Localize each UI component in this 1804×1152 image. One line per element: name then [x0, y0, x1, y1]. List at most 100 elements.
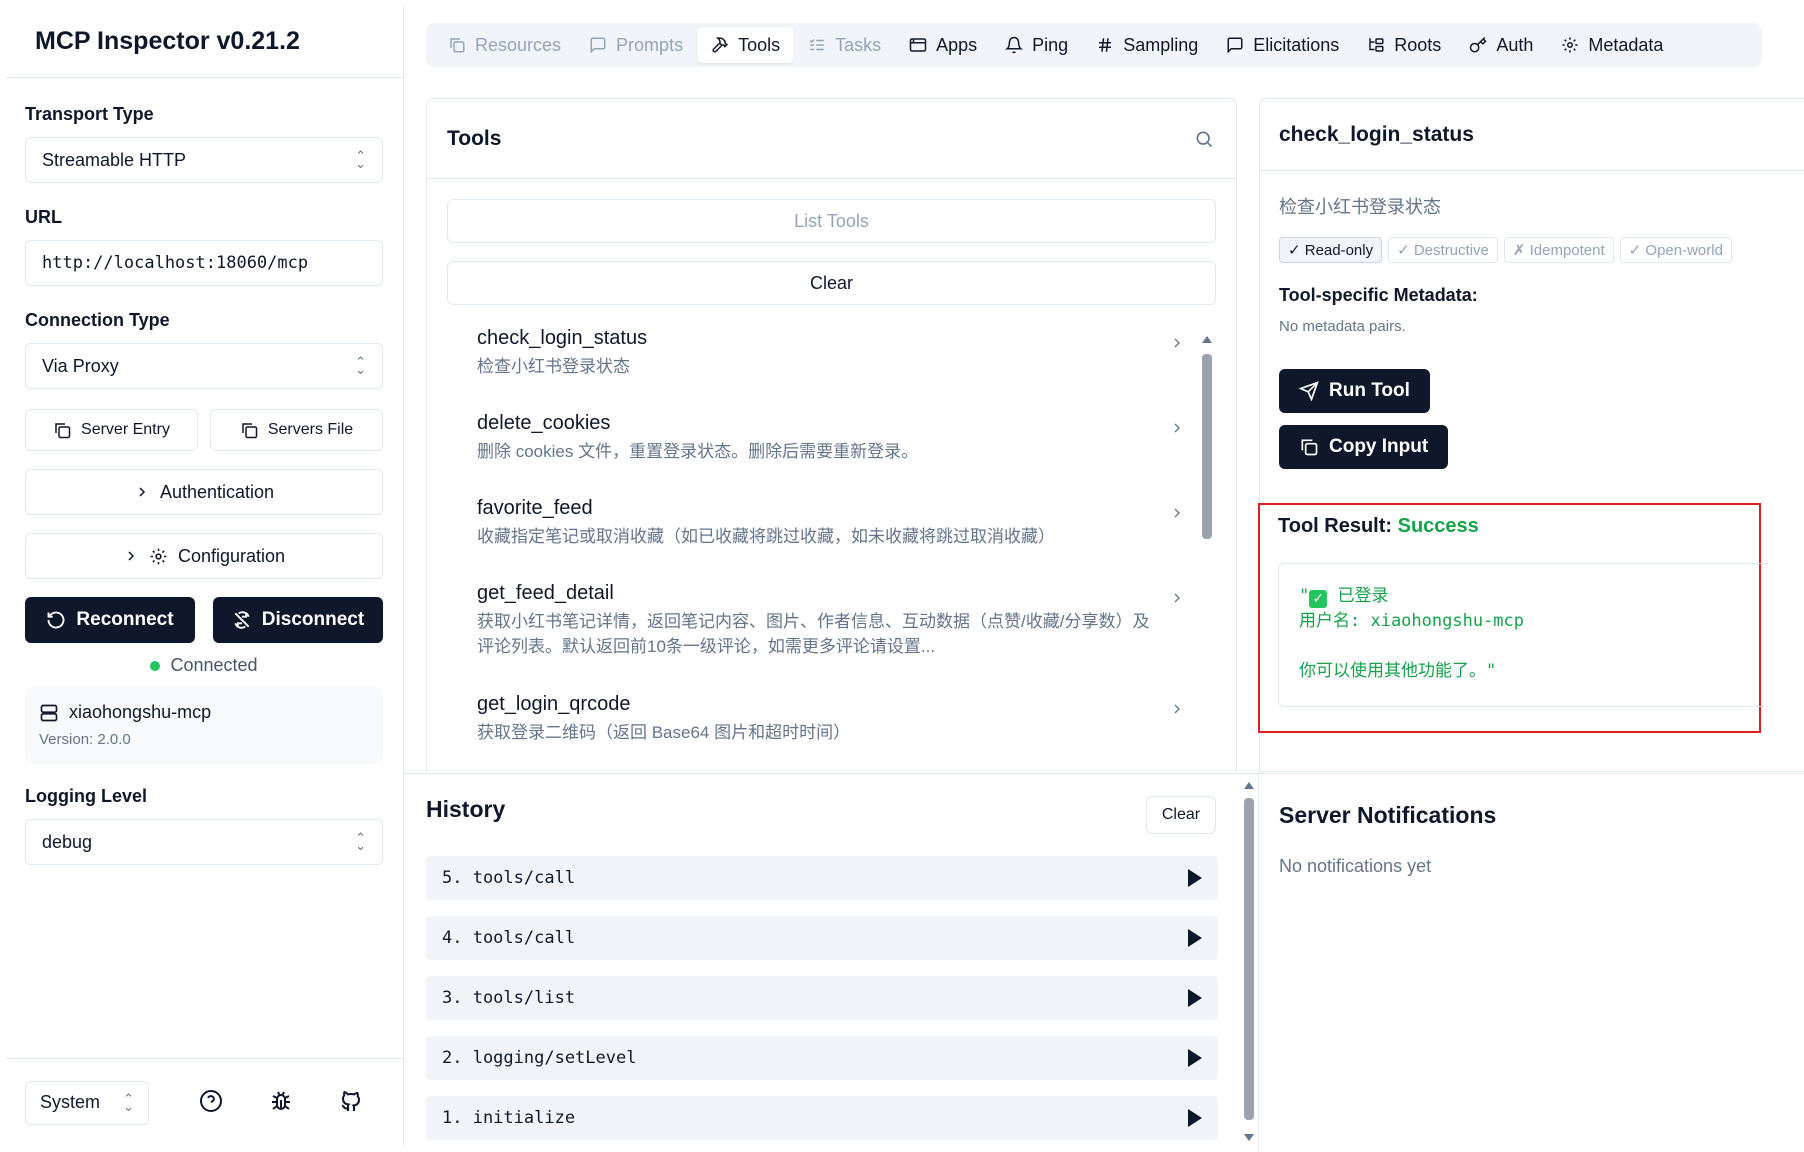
badge-read-only: ✓ Read-only — [1279, 237, 1383, 263]
history-item[interactable]: 2. logging/setLevel — [426, 1036, 1218, 1080]
history-item-label: 2. logging/setLevel — [442, 1048, 637, 1068]
server-version: Version: 2.0.0 — [39, 731, 131, 748]
gear-icon — [1561, 36, 1579, 54]
tab-label: Roots — [1394, 34, 1442, 55]
reconnect-label: Reconnect — [76, 609, 174, 630]
authentication-toggle[interactable]: Authentication — [25, 469, 383, 515]
search-icon[interactable] — [1194, 129, 1214, 149]
tab-label: Tools — [738, 34, 781, 55]
play-icon — [1188, 1109, 1202, 1127]
tool-result-status: Success — [1397, 515, 1479, 537]
url-input[interactable]: http://localhost:18060/mcp — [25, 240, 383, 286]
tool-name: get_feed_detail — [477, 582, 614, 604]
github-icon[interactable] — [339, 1089, 365, 1115]
tool-name: delete_cookies — [477, 412, 611, 434]
tool-item-delete-cookies[interactable]: delete_cookies 删除 cookies 文件，重置登录状态。删除后需… — [447, 412, 1207, 464]
transport-type-select[interactable]: Streamable HTTP ⌃ ⌄ — [25, 137, 383, 183]
theme-select[interactable]: System ⌃ ⌄ — [25, 1080, 149, 1125]
play-icon — [1188, 1049, 1202, 1067]
bell-icon — [1005, 36, 1024, 54]
result-line: 用户名: xiaohongshu-mcp — [1299, 611, 1524, 631]
history-item[interactable]: 4. tools/call — [426, 916, 1218, 960]
result-line: 已登录 — [1327, 586, 1389, 606]
tab-resources[interactable]: Resources — [434, 27, 575, 63]
history-item-label: 1. initialize — [442, 1108, 576, 1128]
tab-label: Auth — [1496, 34, 1534, 55]
connection-status: Connected — [25, 655, 383, 676]
hash-icon — [1096, 36, 1114, 54]
help-circle-icon[interactable] — [199, 1089, 225, 1115]
servers-file-button[interactable]: Servers File — [210, 409, 383, 451]
list-check-icon — [808, 36, 826, 54]
tab-auth[interactable]: Auth — [1455, 27, 1547, 63]
server-entry-button[interactable]: Server Entry — [25, 409, 198, 451]
chevron-right-icon — [123, 548, 139, 564]
badge-open-world: ✓ Open-world — [1619, 237, 1732, 263]
scroll-down-arrow[interactable] — [1244, 1134, 1254, 1141]
history-item[interactable]: 3. tools/list — [426, 976, 1218, 1020]
tab-apps[interactable]: Apps — [895, 27, 991, 63]
tool-annotations: ✓ Read-only ✓ Destructive ✗ Idempotent ✓… — [1279, 237, 1804, 263]
history-item-label: 5. tools/call — [442, 868, 576, 888]
history-item[interactable]: 5. tools/call — [426, 856, 1218, 900]
connection-type-select[interactable]: Via Proxy ⌃ ⌄ — [25, 343, 383, 389]
reconnect-button[interactable]: Reconnect — [25, 597, 195, 643]
chevrons-up-down-icon: ⌃ ⌄ — [355, 830, 366, 853]
bug-icon[interactable] — [269, 1089, 295, 1115]
tab-label: Ping — [1032, 34, 1069, 55]
tab-ping[interactable]: Ping — [991, 27, 1082, 63]
tool-item-get-feed-detail[interactable]: get_feed_detail 获取小红书笔记详情，返回笔记内容、图片、作者信息… — [447, 582, 1207, 659]
hammer-icon — [711, 36, 729, 54]
sidebar: MCP Inspector v0.21.2 Transport Type Str… — [6, 6, 404, 1146]
tools-scrollbar[interactable] — [1202, 354, 1212, 539]
tab-roots[interactable]: Roots — [1353, 27, 1455, 63]
tool-result-box: Tool Result: Success " ✓ 已登录 用户名: xiaohon… — [1258, 503, 1768, 733]
configuration-toggle[interactable]: Configuration — [25, 533, 383, 579]
tab-label: Elicitations — [1253, 34, 1340, 55]
run-tool-label: Run Tool — [1329, 380, 1410, 401]
chevron-right-icon — [134, 484, 150, 500]
history-item-label: 3. tools/list — [442, 988, 576, 1008]
logging-level-select[interactable]: debug ⌃ ⌄ — [25, 819, 383, 865]
tool-item-get-login-qrcode[interactable]: get_login_qrcode 获取登录二维码（返回 Base64 图片和超时… — [447, 693, 1207, 745]
chevron-right-icon — [1169, 701, 1185, 717]
tab-metadata[interactable]: Metadata — [1547, 27, 1677, 63]
tool-item-favorite-feed[interactable]: favorite_feed 收藏指定笔记或取消收藏（如已收藏将跳过收藏，如未收藏… — [447, 497, 1207, 549]
tab-tasks[interactable]: Tasks — [794, 27, 895, 63]
history-title: History — [426, 796, 506, 822]
url-label: URL — [25, 207, 62, 227]
tool-description: 删除 cookies 文件，重置登录状态。删除后需要重新登录。 — [477, 442, 919, 461]
chevron-right-icon — [1169, 590, 1185, 606]
tab-prompts[interactable]: Prompts — [575, 27, 697, 63]
history-scrollbar[interactable] — [1244, 798, 1254, 1120]
run-tool-button[interactable]: Run Tool — [1279, 369, 1430, 413]
copy-input-button[interactable]: Copy Input — [1279, 425, 1449, 469]
copy-icon — [240, 421, 258, 439]
tool-item-check-login-status[interactable]: check_login_status 检查小红书登录状态 — [447, 327, 1207, 379]
disconnect-label: Disconnect — [261, 609, 365, 630]
tab-bar: Resources Prompts Tools Tasks Apps Ping … — [426, 23, 1762, 67]
clear-tools-button[interactable]: Clear — [447, 261, 1216, 305]
logging-level-label: Logging Level — [25, 786, 148, 806]
history-item[interactable]: 1. initialize — [426, 1096, 1218, 1140]
message-square-icon — [1226, 36, 1244, 54]
scroll-up-arrow[interactable] — [1202, 336, 1212, 343]
disconnect-button[interactable]: Disconnect — [213, 597, 383, 643]
copy-input-label: Copy Input — [1329, 436, 1429, 457]
tab-tools[interactable]: Tools — [697, 27, 795, 63]
send-icon — [1299, 381, 1319, 401]
list-tools-button[interactable]: List Tools — [447, 199, 1216, 243]
folder-tree-icon — [1367, 36, 1385, 54]
tool-description: 收藏指定笔记或取消收藏（如已收藏将跳过收藏，如未收藏将跳过取消收藏） — [477, 527, 1055, 546]
tab-sampling[interactable]: Sampling — [1082, 27, 1212, 63]
theme-value: System — [40, 1092, 101, 1112]
tab-elicitations[interactable]: Elicitations — [1212, 27, 1353, 63]
play-icon — [1188, 989, 1202, 1007]
play-icon — [1188, 869, 1202, 887]
badge-idempotent: ✗ Idempotent — [1503, 237, 1614, 263]
authentication-label: Authentication — [159, 481, 275, 502]
history-clear-button[interactable]: Clear — [1146, 796, 1216, 834]
scroll-up-arrow[interactable] — [1244, 782, 1254, 789]
tab-label: Sampling — [1123, 34, 1199, 55]
tab-label: Metadata — [1588, 34, 1664, 55]
